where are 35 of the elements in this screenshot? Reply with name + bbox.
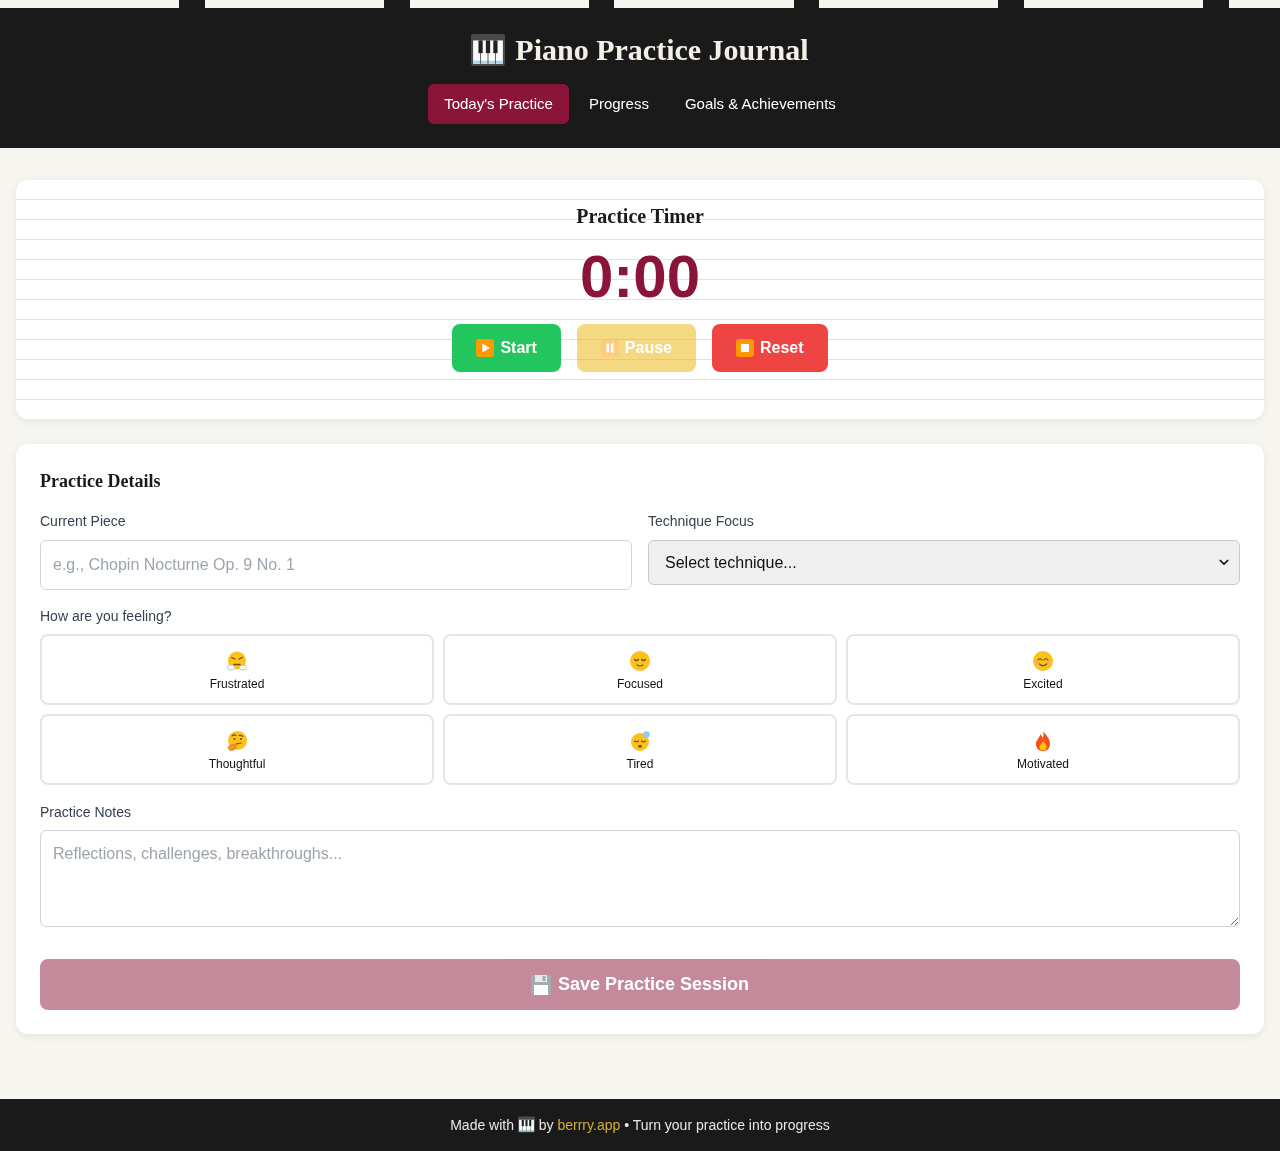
thinking-face-icon (227, 731, 247, 751)
nav-tab[interactable]: Progress (572, 84, 665, 124)
sleeping-face-icon (630, 731, 650, 751)
fire-icon (1036, 731, 1050, 751)
mood-option[interactable]: Motivated (846, 714, 1240, 785)
field-label: Practice Notes (40, 803, 132, 822)
timer-title: Practice Timer (576, 204, 704, 229)
nav-tab[interactable]: Goals & Achievements (668, 84, 852, 124)
mood-option[interactable]: Tired (443, 714, 837, 785)
smiling-face-icon (1033, 651, 1053, 671)
mood-option[interactable]: Excited (846, 634, 1240, 705)
piano-icon (471, 33, 506, 67)
footer-link[interactable]: berrry.app (557, 1117, 621, 1133)
play-icon (476, 339, 495, 357)
technique-select[interactable]: Select technique... (648, 540, 1240, 585)
footer-text: Made with by berrry.app • Turn your practice into progress (449, 1115, 831, 1135)
relieved-face-icon (630, 651, 650, 671)
mood-option[interactable]: Frustrated (40, 634, 434, 705)
huffing-face-icon (227, 651, 247, 671)
field-label: Technique Focus (648, 512, 754, 531)
section-title: Practice Details (40, 470, 162, 493)
piano-icon (517, 1116, 535, 1133)
app-title: Piano Practice Journal (515, 33, 809, 67)
mood-option[interactable]: Focused (443, 634, 837, 705)
field-label: How are you feeling? (40, 607, 172, 626)
timer-display: 0:00 (579, 242, 701, 312)
field-label: Current Piece (40, 512, 126, 531)
reset-button[interactable]: Reset (712, 324, 828, 372)
mood-option[interactable]: Thoughtful (40, 714, 434, 785)
notes-textarea[interactable]: Reflections, challenges, breakthroughs... (40, 830, 1240, 927)
pause-icon (600, 339, 619, 357)
stop-icon (736, 339, 754, 357)
nav-tab[interactable]: Today's Practice (428, 84, 569, 124)
chevron-down-icon (1219, 559, 1229, 566)
piece-input[interactable]: e.g., Chopin Nocturne Op. 9 No. 1 (40, 540, 632, 590)
